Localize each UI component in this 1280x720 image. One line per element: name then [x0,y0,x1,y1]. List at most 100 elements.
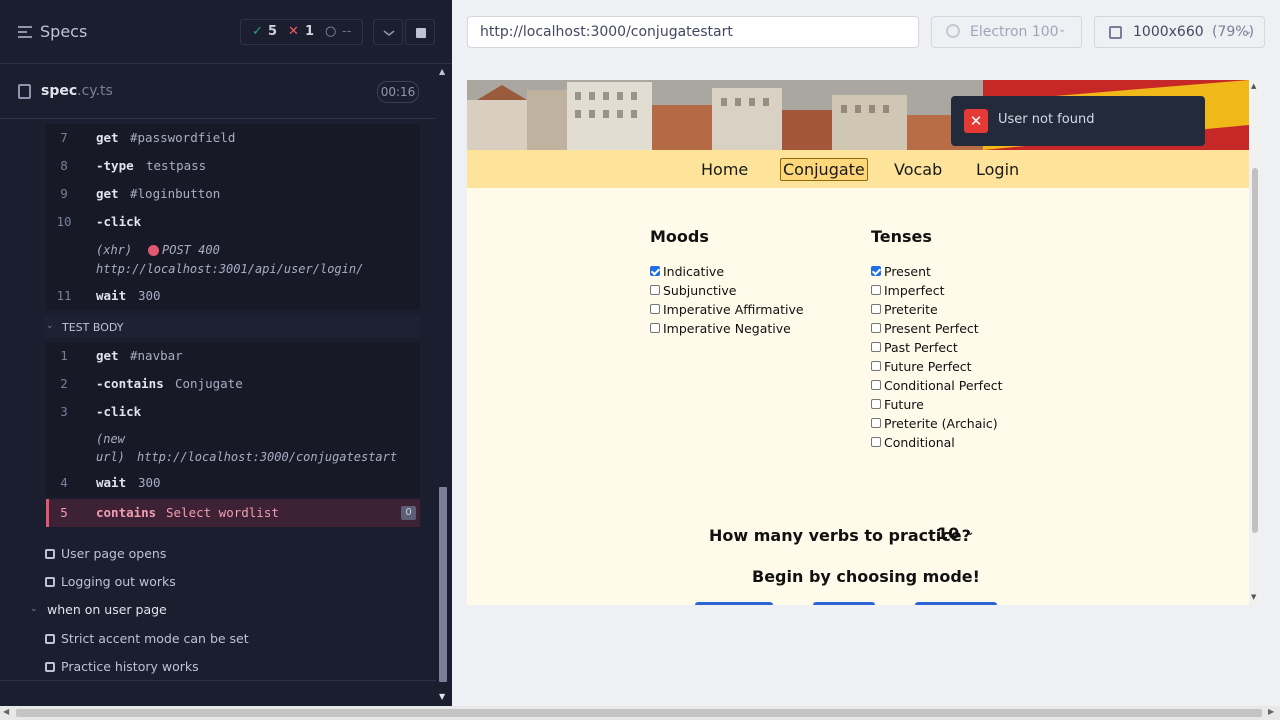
selected-value: 10 [937,524,960,543]
test-stats: ✓ 5 ✕ 1 ○ -- [240,19,363,45]
collapse-button[interactable] [373,19,403,45]
command-number: 1 [60,348,68,363]
command-row[interactable]: 1 get #navbar [46,342,420,370]
scroll-left-icon[interactable]: ◀ [3,707,9,716]
option-label: Preterite (Archaic) [884,416,998,431]
checkbox[interactable] [871,380,881,390]
command-row[interactable]: 8 -type testpass [46,152,420,180]
scroll-right-icon[interactable]: ▶ [1268,707,1274,716]
checkbox[interactable] [650,304,660,314]
command-name: wait [96,288,127,303]
command-name: -click [96,404,142,419]
nav-login[interactable]: Login [976,160,1019,179]
command-row[interactable]: 2 -contains Conjugate [46,370,420,398]
specs-link[interactable]: Specs [40,22,87,41]
command-name: wait [96,475,127,490]
horizontal-scrollbar[interactable]: ◀ ▶ [0,706,1280,720]
command-arg: 300 [138,288,161,303]
spec-filename[interactable]: spec.cy.ts [41,83,113,99]
checkbox[interactable] [871,323,881,333]
spec-duration: 00:16 [377,81,419,103]
moods-heading: Moods [650,227,709,246]
status-dot-icon [148,245,159,256]
command-log: 7 get #passwordfield 8 -type testpass 9 … [0,120,436,680]
divider [0,680,436,681]
option-label: Imperative Affirmative [663,302,804,317]
mode-button[interactable] [915,602,997,605]
test-body-header[interactable]: ⌄ TEST BODY [44,317,420,337]
checkbox[interactable] [650,285,660,295]
x-icon: ✕ [288,24,299,39]
option-label: Imperfect [884,283,945,298]
checkbox[interactable] [871,266,881,276]
stop-button[interactable] [405,19,435,45]
pending-square-icon [45,662,55,672]
scrollbar-thumb[interactable] [1252,168,1258,533]
test-body-label: TEST BODY [62,321,124,334]
app-scrollbar[interactable]: ▲ ▼ [1249,80,1261,605]
command-row[interactable]: 3 -click [46,398,420,426]
begin-heading: Begin by choosing mode! [752,567,980,586]
scrollbar-thumb[interactable] [439,487,447,682]
scrollbar-thumb[interactable] [16,709,1262,717]
xhr-url: http://localhost:3001/api/user/login/ [96,262,364,276]
option-label: Past Perfect [884,340,958,355]
checkbox[interactable] [871,437,881,447]
nav-vocab[interactable]: Vocab [894,160,942,179]
pending-square-icon [45,577,55,587]
option-label: Conditional [884,435,955,450]
url-bar[interactable]: http://localhost:3000/conjugatestart [467,16,919,48]
test-title: Logging out works [61,574,176,589]
option-label: Present [884,264,931,279]
new-url-value: http://localhost:3000/conjugatestart [137,450,398,464]
option-label: Subjunctive [663,283,737,298]
command-row[interactable]: 11 wait 300 [46,282,420,310]
option-label: Conditional Perfect [884,378,1003,393]
command-arg: 300 [138,475,161,490]
nav-conjugate[interactable]: Conjugate [780,158,868,181]
checkbox[interactable] [871,304,881,314]
command-arg: testpass [146,158,207,173]
checkbox[interactable] [650,323,660,333]
scroll-up-icon[interactable]: ▲ [1251,82,1256,90]
option-label: Indicative [663,264,725,279]
verbs-count-select[interactable]: 10 ⌄ [937,524,982,546]
scroll-down-icon[interactable]: ▼ [439,692,445,701]
scroll-up-icon[interactable]: ▲ [439,67,445,76]
spec-name: spec [41,83,78,99]
nav-home[interactable]: Home [701,160,748,179]
failed-command-row[interactable]: 5 contains Select wordlist 0 [46,499,420,527]
reporter-scrollbar[interactable]: ▲ ▼ [437,65,452,705]
mode-button[interactable] [695,602,773,605]
scroll-down-icon[interactable]: ▼ [1251,593,1256,601]
command-row[interactable]: 4 wait 300 [46,469,420,497]
checkbox[interactable] [871,418,881,428]
toast-message: User not found [998,112,1095,127]
checkbox[interactable] [871,342,881,352]
check-icon: ✓ [252,24,263,39]
mode-button[interactable] [813,602,875,605]
checkbox[interactable] [871,361,881,371]
command-row[interactable]: 7 get #passwordfield [46,124,420,152]
failed-count: 1 [305,24,315,39]
viewport-selector[interactable]: 1000x660 (79%) ⌄ [1094,16,1265,48]
command-number: 10 [56,214,72,229]
command-arg: Conjugate [175,376,243,391]
reporter-panel: Specs ✓ 5 ✕ 1 ○ -- spec.cy.ts 00:16 7 ge… [0,0,452,706]
xhr-log[interactable]: (xhr) POST 400 http://localhost:3001/api… [46,236,420,282]
close-icon[interactable]: ✕ [964,109,988,133]
chevron-down-icon: ⌄ [966,527,975,538]
reporter-header: Specs ✓ 5 ✕ 1 ○ -- [0,0,452,64]
checkbox[interactable] [871,285,881,295]
command-row[interactable]: 9 get #loginbutton [46,180,420,208]
new-url-log[interactable]: (new url) http://localhost:3000/conjugat… [46,426,420,470]
command-arg: #navbar [130,348,183,363]
command-name: -type [96,158,134,173]
command-row[interactable]: 10 -click [46,208,420,236]
checkbox[interactable] [650,266,660,276]
checkbox[interactable] [871,399,881,409]
command-number: 3 [60,404,68,419]
browser-selector[interactable]: Electron 100 ⌄ [931,16,1082,48]
menu-icon[interactable] [18,26,32,38]
verbs-count-question: How many verbs to practice? [709,526,971,545]
